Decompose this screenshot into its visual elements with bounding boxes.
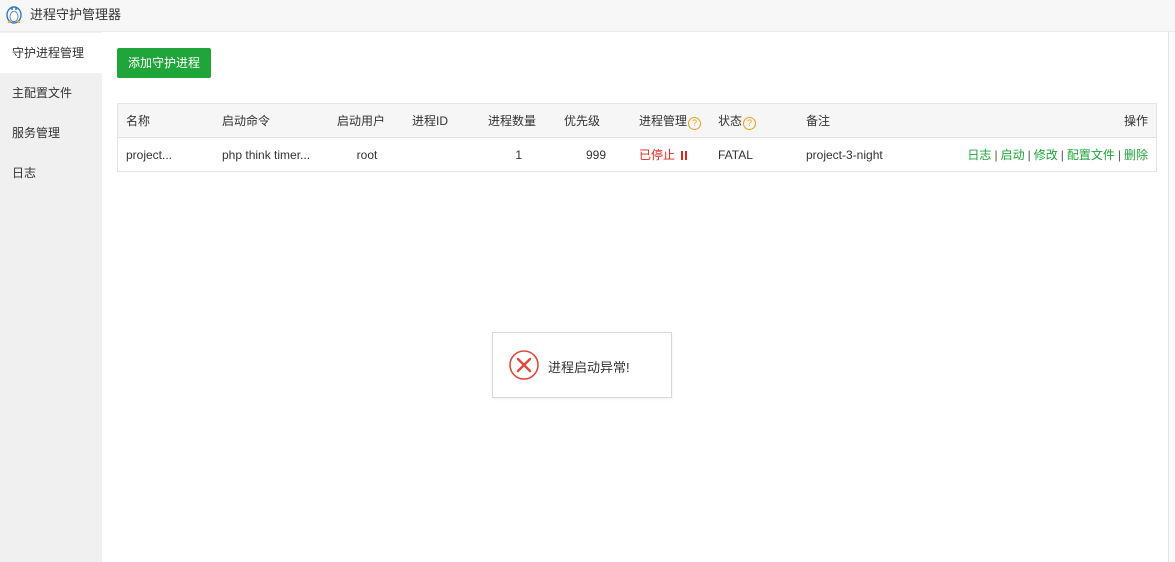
header-priority: 优先级 — [564, 114, 601, 128]
separator: | — [1060, 148, 1064, 162]
header-name: 名称 — [126, 114, 151, 128]
help-icon[interactable]: ? — [688, 117, 702, 130]
sidebar: 守护进程管理 主配置文件 服务管理 日志 — [0, 32, 102, 562]
title-bar: 进程守护管理器 — [0, 0, 1175, 32]
edit-link[interactable]: 修改 — [1034, 148, 1058, 162]
sidebar-item-logs[interactable]: 日志 — [0, 153, 102, 193]
row-actions: 日志 | 启动 | 修改 | 配置文件 | 删除 — [967, 138, 1148, 172]
table-row: project... php think timer... root 1 999… — [118, 138, 1156, 172]
stopped-status-text: 已停止 — [639, 148, 676, 162]
error-x-icon — [509, 350, 539, 380]
cell-priority: 999 — [585, 148, 606, 162]
header-status-label: 状态 — [718, 114, 743, 128]
sidebar-item-daemon-management[interactable]: 守护进程管理 — [0, 33, 102, 73]
pause-icon[interactable] — [681, 151, 688, 160]
window-title: 进程守护管理器 — [30, 7, 122, 22]
separator: | — [1117, 148, 1121, 162]
table-header: 名称 启动命令 启动用户 进程ID 进程数量 优先级 进程管理? 状态? 备注 … — [118, 104, 1156, 138]
header-command: 启动命令 — [222, 114, 271, 128]
header-count: 进程数量 — [488, 114, 537, 128]
cell-manage: 已停止 — [639, 138, 688, 172]
sidebar-item-main-config[interactable]: 主配置文件 — [0, 73, 102, 113]
process-table: 名称 启动命令 启动用户 进程ID 进程数量 优先级 进程管理? 状态? 备注 … — [117, 103, 1157, 172]
cell-command: php think timer... — [222, 148, 311, 162]
header-ops: 操作 — [1123, 114, 1148, 128]
header-manage-label: 进程管理 — [639, 114, 688, 128]
separator: | — [994, 148, 998, 162]
cell-status: FATAL — [718, 148, 753, 162]
penguin-logo-icon — [6, 6, 22, 24]
cell-note: project-3-night — [806, 148, 883, 162]
add-daemon-button[interactable]: 添加守护进程 — [117, 48, 211, 78]
toast-message: 进程启动异常! — [548, 360, 630, 375]
cell-name: project... — [126, 148, 173, 162]
header-status: 状态? — [718, 104, 757, 138]
header-user: 启动用户 — [337, 114, 386, 128]
header-pid: 进程ID — [412, 114, 449, 128]
log-link[interactable]: 日志 — [967, 148, 991, 162]
error-toast: 进程启动异常! — [492, 332, 672, 398]
config-file-link[interactable]: 配置文件 — [1067, 148, 1115, 162]
header-note: 备注 — [806, 114, 831, 128]
header-manage: 进程管理? — [639, 104, 702, 138]
sidebar-item-service-management[interactable]: 服务管理 — [0, 113, 102, 153]
start-link[interactable]: 启动 — [1001, 148, 1025, 162]
cell-user: root — [356, 148, 378, 162]
delete-link[interactable]: 删除 — [1124, 148, 1148, 162]
separator: | — [1027, 148, 1031, 162]
help-icon[interactable]: ? — [743, 117, 757, 130]
cell-count: 1 — [515, 148, 522, 162]
scrollbar[interactable] — [1168, 32, 1175, 562]
